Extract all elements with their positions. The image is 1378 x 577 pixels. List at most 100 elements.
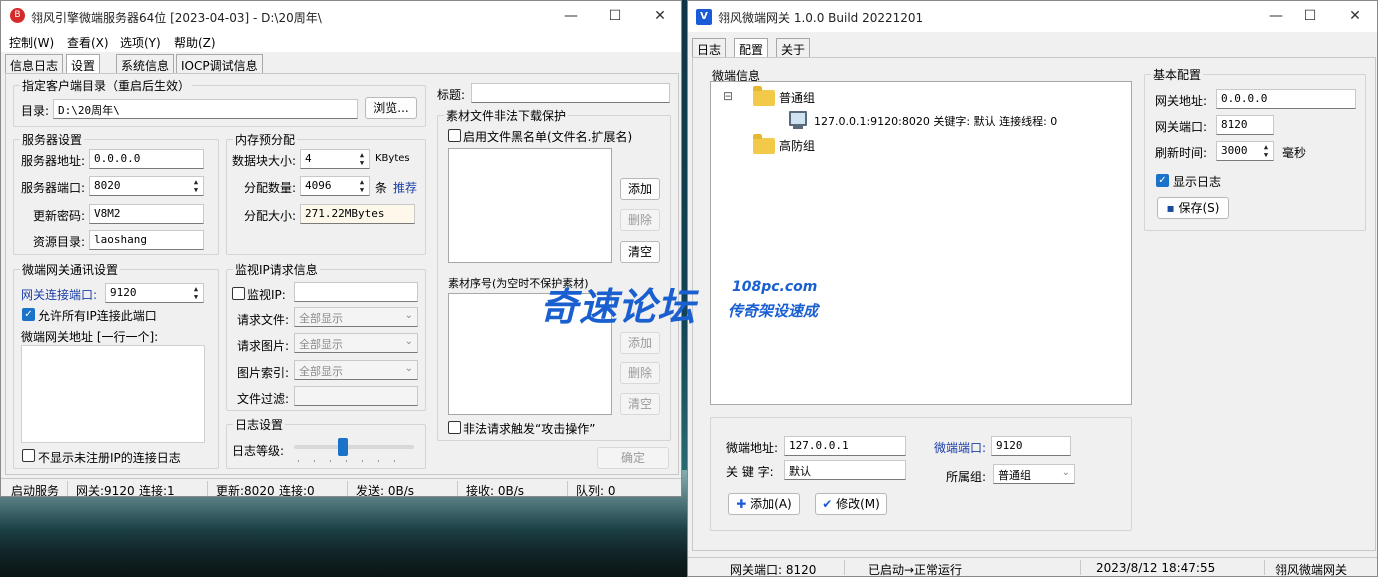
modify-button[interactable]: ✔ 修改(M) [815, 493, 887, 515]
tab-settings[interactable]: 设置 [66, 54, 101, 74]
gateway-port-input[interactable]: 9120 ▲ ▼ [105, 283, 204, 303]
attack-checkbox[interactable] [448, 421, 461, 434]
key-label: 关 键 字: [726, 465, 774, 479]
minimize-icon[interactable]: — [560, 6, 582, 26]
check-icon: ✔ [822, 497, 833, 511]
minimize-icon[interactable]: — [1265, 6, 1287, 26]
menu-help[interactable]: 帮助(Z) [174, 34, 216, 51]
monitor-ip-input[interactable] [294, 282, 418, 302]
block-size-label: 数据块大小: [232, 154, 297, 168]
gw-port-input[interactable]: 8120 [1216, 115, 1274, 135]
spin-icon[interactable]: ▲ ▼ [1260, 143, 1272, 159]
blacklist-checkbox[interactable] [448, 129, 461, 142]
tree-group-normal[interactable]: 普通组 [779, 89, 815, 106]
update-pwd-input[interactable]: V8M2 [89, 204, 204, 224]
plus-icon: ✚ [736, 497, 747, 511]
recommend-link[interactable]: 推荐 [393, 179, 417, 196]
req-file-select[interactable]: 全部显示 ⌄ [294, 307, 418, 327]
save-button[interactable]: ▪ 保存(S) [1157, 197, 1229, 219]
blacklist-add-button[interactable]: 添加 [620, 178, 660, 200]
slider-ticks [298, 460, 410, 462]
allow-all-label: 允许所有IP连接此端口 [38, 309, 157, 323]
tree-node[interactable]: 127.0.0.1:9120:8020 关键字: 默认 连接线程: 0 [814, 113, 1057, 129]
mc-port-label: 微端端口: [934, 441, 987, 455]
spin-icon[interactable]: ▲ ▼ [190, 285, 202, 301]
maximize-icon[interactable]: ☐ [604, 6, 626, 26]
group-title: 素材文件非法下载保护 [444, 107, 569, 124]
mc-port-input[interactable]: 9120 [991, 436, 1071, 456]
group-title: 基本配置 [1151, 66, 1204, 83]
log-level-slider[interactable] [294, 445, 414, 449]
tab-iocp-debug[interactable]: IOCP调试信息 [176, 54, 263, 74]
allow-all-checkbox[interactable]: ✓ [22, 308, 35, 321]
server-addr-input[interactable]: 0.0.0.0 [89, 149, 204, 169]
blacklist-delete-button[interactable]: 删除 [620, 209, 660, 231]
spin-icon[interactable]: ▲ ▼ [190, 178, 202, 194]
menu-bar: 控制(W) 查看(X) 选项(Y) 帮助(Z) [1, 32, 681, 52]
blacklist-label: 启用文件黑名单(文件名.扩展名) [463, 130, 633, 144]
block-size-input[interactable]: 4 ▲ ▼ [300, 149, 370, 169]
tab-system-info[interactable]: 系统信息 [116, 54, 175, 74]
slider-thumb[interactable] [338, 438, 348, 456]
tab-about[interactable]: 关于 [776, 38, 811, 58]
title-input[interactable] [471, 83, 670, 103]
blacklist-clear-button[interactable]: 清空 [620, 241, 660, 263]
group-title: 指定客户端目录（重启后生效） [20, 77, 193, 94]
server-port-input[interactable]: 8020 ▲ ▼ [89, 176, 204, 196]
attack-label: 非法请求触发“攻击操作” [463, 422, 596, 436]
browse-button[interactable]: 浏览... [365, 97, 417, 119]
gw-addr-label: 网关地址: [1155, 94, 1208, 108]
menu-control[interactable]: 控制(W) [9, 34, 54, 51]
menu-options[interactable]: 选项(Y) [120, 34, 161, 51]
gateway-tree[interactable]: ⊟ 普通组 127.0.0.1:9120:8020 关键字: 默认 连接线程: … [710, 81, 1132, 405]
img-index-label: 图片索引: [237, 366, 290, 380]
tab-config[interactable]: 配置 [734, 38, 769, 58]
block-unit: KBytes [375, 153, 410, 164]
gw-addr-input[interactable]: 0.0.0.0 [1216, 89, 1356, 109]
status-service: 启动服务 [11, 484, 60, 497]
tree-expander-icon[interactable]: ⊟ [723, 89, 733, 103]
alloc-count-label: 分配数量: [244, 181, 297, 195]
seq-clear-button[interactable]: 清空 [620, 393, 660, 415]
status-gw-port: 网关端口: 8120 [730, 563, 817, 577]
req-img-select[interactable]: 全部显示 ⌄ [294, 333, 418, 353]
status-bar: 网关端口: 8120 已启动→正常运行 2023/8/12 18:47:55 翎… [688, 557, 1377, 577]
status-recv: 接收: 0B/s [466, 484, 525, 497]
spin-icon[interactable]: ▲ ▼ [356, 151, 368, 167]
seq-delete-button[interactable]: 删除 [620, 362, 660, 384]
close-icon[interactable]: ✕ [1344, 6, 1366, 26]
monitor-ip-checkbox[interactable] [232, 287, 245, 300]
floppy-icon: ▪ [1166, 201, 1175, 215]
add-button[interactable]: ✚ 添加(A) [728, 493, 800, 515]
seq-add-button[interactable]: 添加 [620, 332, 660, 354]
refresh-input[interactable]: 3000 ▲ ▼ [1216, 141, 1274, 161]
blacklist-list[interactable] [448, 148, 612, 263]
spin-icon[interactable]: ▲ ▼ [356, 178, 368, 194]
ok-button[interactable]: 确定 [597, 447, 669, 469]
alloc-count-input[interactable]: 4096 ▲ ▼ [300, 176, 370, 196]
tab-info-log[interactable]: 信息日志 [5, 54, 64, 74]
gw-port-label: 网关端口: [1155, 120, 1208, 134]
gateway-addr-label: 微端网关地址 [一行一个]: [21, 330, 159, 344]
monitor-icon [789, 111, 807, 126]
hide-unreg-checkbox[interactable] [22, 449, 35, 462]
img-index-select[interactable]: 全部显示 ⌄ [294, 360, 418, 380]
status-gateway-conn: 连接:1 [139, 484, 175, 497]
monitor-ip-label: 监视IP: [247, 288, 286, 302]
tree-group-ddos[interactable]: 高防组 [779, 137, 815, 154]
tab-log[interactable]: 日志 [692, 38, 727, 58]
group-select[interactable]: 普通组 ⌄ [993, 464, 1075, 484]
title-bar: V 翎风微端网关 1.0.0 Build 20221201 — ☐ ✕ [688, 1, 1377, 32]
key-input[interactable]: 默认 [784, 460, 906, 480]
gateway-addr-list[interactable] [21, 345, 205, 443]
menu-view[interactable]: 查看(X) [67, 34, 109, 51]
file-filter-input[interactable] [294, 386, 418, 406]
maximize-icon[interactable]: ☐ [1299, 6, 1321, 26]
dir-input[interactable]: D:\20周年\ [53, 99, 358, 119]
dir-label: 目录: [21, 104, 50, 118]
show-log-checkbox[interactable]: ✓ [1156, 174, 1169, 187]
close-icon[interactable]: ✕ [649, 6, 671, 26]
resource-dir-input[interactable]: laoshang [89, 230, 204, 250]
status-update-conn: 连接:0 [279, 484, 315, 497]
mc-addr-input[interactable]: 127.0.0.1 [784, 436, 906, 456]
